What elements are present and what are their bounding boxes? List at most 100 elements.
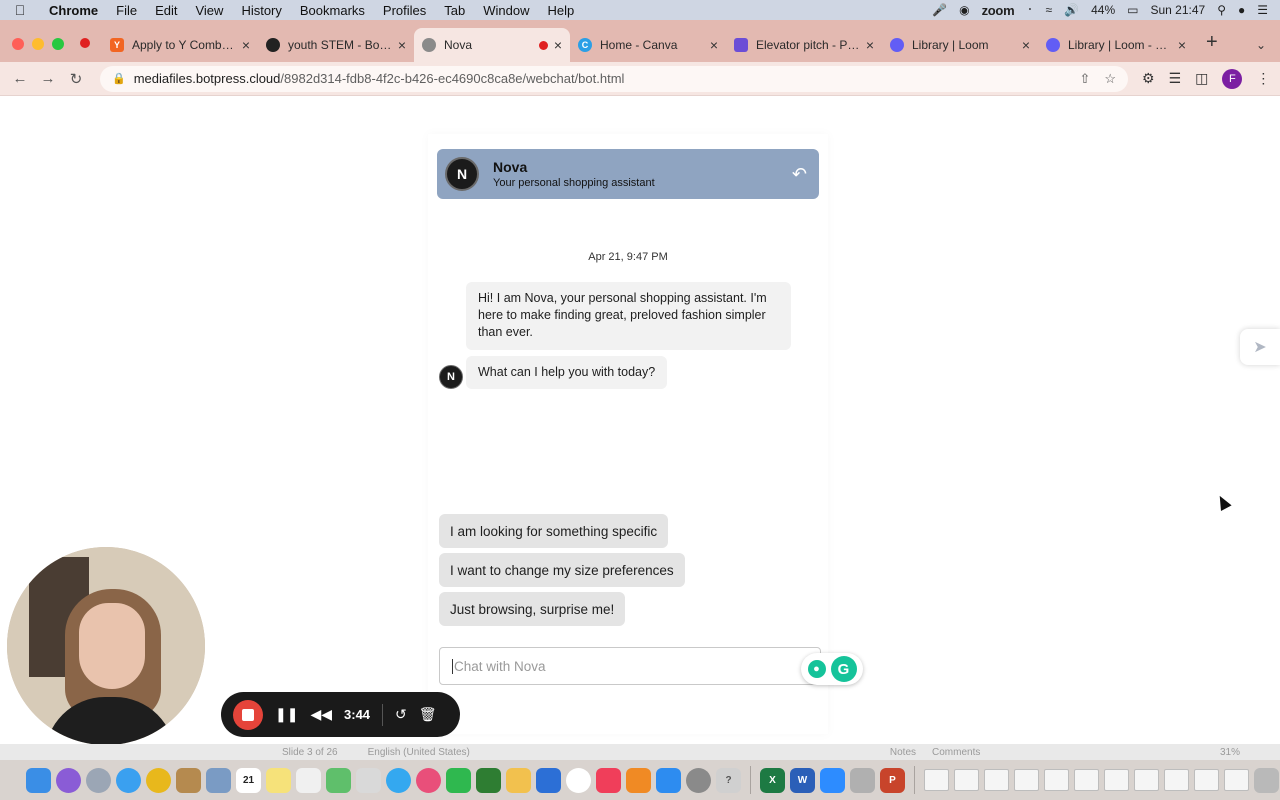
tab-close-icon[interactable]: × <box>398 37 406 53</box>
preview-icon[interactable] <box>206 767 231 793</box>
tab-search-chevron-icon[interactable]: ⌄ <box>1256 38 1280 62</box>
trash-icon[interactable]: 🗑 <box>419 706 437 723</box>
side-panel-icon[interactable]: ◫ <box>1195 70 1208 87</box>
screenshot-icon[interactable] <box>850 767 875 793</box>
more-menu-icon[interactable]: ⋮ <box>1256 70 1270 87</box>
notes-icon[interactable] <box>266 767 291 793</box>
minimize-window-button[interactable] <box>32 38 44 50</box>
restart-recording-icon[interactable]: ↺ <box>395 706 407 723</box>
zoom-status[interactable]: zoom <box>982 3 1015 18</box>
finder-icon[interactable] <box>26 767 51 793</box>
tab-close-icon[interactable]: × <box>242 37 250 53</box>
recent-document-icon[interactable] <box>1044 769 1069 791</box>
recent-document-icon[interactable] <box>1104 769 1129 791</box>
recent-document-icon[interactable] <box>1194 769 1219 791</box>
menu-window[interactable]: Window <box>474 3 538 18</box>
maps-icon[interactable] <box>326 767 351 793</box>
recent-document-icon[interactable] <box>1074 769 1099 791</box>
grammarly-status-icon[interactable]: ◉ <box>959 3 969 17</box>
apple-icon[interactable]:  <box>0 2 40 18</box>
excel-icon[interactable]: X <box>760 767 785 793</box>
recent-document-icon[interactable] <box>1014 769 1039 791</box>
menu-profiles[interactable]: Profiles <box>374 3 435 18</box>
recent-document-icon[interactable] <box>1134 769 1159 791</box>
tab-library-loom[interactable]: Library | Loom × <box>882 28 1038 62</box>
reminders-icon[interactable] <box>296 767 321 793</box>
grammarly-g-icon[interactable]: G <box>830 656 857 682</box>
rewind-icon[interactable]: ◀◀ <box>310 706 332 723</box>
launchpad-icon[interactable] <box>86 767 111 793</box>
forward-arrow-icon[interactable]: → <box>34 70 62 87</box>
clock[interactable]: Sun 21:47 <box>1150 3 1205 17</box>
messenger-icon[interactable] <box>386 767 411 793</box>
tab-apply-yc[interactable]: Y Apply to Y Combinator × <box>102 28 258 62</box>
menu-history[interactable]: History <box>232 3 290 18</box>
lightbulb-icon[interactable]: ● <box>807 660 826 678</box>
menu-help[interactable]: Help <box>539 3 584 18</box>
webcam-preview[interactable] <box>7 547 205 745</box>
help-icon[interactable]: ? <box>716 767 741 793</box>
safari-icon[interactable] <box>116 767 141 793</box>
siri-icon[interactable]: ● <box>1238 3 1245 17</box>
launch-rocket-icon[interactable]: ➤ <box>1240 329 1280 365</box>
pause-icon[interactable]: ❚❚ <box>275 706 298 723</box>
menu-edit[interactable]: Edit <box>146 3 186 18</box>
keynote-icon[interactable] <box>536 767 561 793</box>
quick-reply-specific[interactable]: I am looking for something specific <box>439 514 669 548</box>
recent-document-icon[interactable] <box>1164 769 1189 791</box>
pages-icon[interactable] <box>506 767 531 793</box>
contacts-icon[interactable] <box>176 767 201 793</box>
bookmark-star-icon[interactable]: ☆ <box>1104 71 1116 87</box>
recent-document-icon[interactable] <box>924 769 949 791</box>
system-preferences-icon[interactable] <box>686 767 711 793</box>
recent-document-icon[interactable] <box>954 769 979 791</box>
slack-icon[interactable] <box>416 767 441 793</box>
comments-toggle[interactable]: Comments <box>932 747 980 758</box>
chrome-icon[interactable] <box>146 767 171 793</box>
reload-icon[interactable]: ↻ <box>62 70 90 88</box>
trash-bin-icon[interactable] <box>1254 767 1279 793</box>
photos-icon[interactable] <box>356 767 381 793</box>
tab-close-icon[interactable]: × <box>710 37 718 53</box>
extensions-puzzle-icon[interactable]: ⚙ <box>1142 70 1155 87</box>
close-window-button[interactable] <box>12 38 24 50</box>
stop-recording-button[interactable] <box>233 699 263 730</box>
back-arrow-icon[interactable]: ← <box>6 70 34 87</box>
zoom-app-icon[interactable] <box>820 767 845 793</box>
menu-bookmarks[interactable]: Bookmarks <box>291 3 374 18</box>
tab-home-canva[interactable]: C Home - Canva × <box>570 28 726 62</box>
calendar-icon[interactable]: 21 <box>236 767 261 793</box>
siri-app-icon[interactable] <box>56 767 81 793</box>
profile-avatar[interactable]: F <box>1222 68 1243 89</box>
restart-conversation-icon[interactable]: ↶ <box>792 164 807 185</box>
control-center-icon[interactable]: ☰ <box>1257 3 1268 17</box>
news-icon[interactable] <box>566 767 591 793</box>
music-icon[interactable] <box>596 767 621 793</box>
menu-file[interactable]: File <box>107 3 146 18</box>
numbers-icon[interactable] <box>476 767 501 793</box>
chat-input[interactable] <box>452 658 772 674</box>
spotlight-icon[interactable]: ⚲ <box>1217 3 1226 17</box>
notes-toggle[interactable]: Notes <box>890 747 916 758</box>
menu-view[interactable]: View <box>186 3 232 18</box>
tab-library-loom-2[interactable]: Library | Loom - 21 April × <box>1038 28 1194 62</box>
battery-percent[interactable]: 44% <box>1091 3 1115 17</box>
reading-list-icon[interactable]: ☰ <box>1169 70 1182 87</box>
lock-icon[interactable]: 🔒 <box>112 72 126 85</box>
word-icon[interactable]: W <box>790 767 815 793</box>
grammarly-widget[interactable]: ● G <box>801 653 863 685</box>
address-bar[interactable]: 🔒 mediafiles.botpress.cloud/8982d314-fdb… <box>100 65 1128 92</box>
fullscreen-window-button[interactable] <box>52 38 64 50</box>
facetime-icon[interactable] <box>446 767 471 793</box>
microphone-icon[interactable]: 🎤 <box>932 3 947 17</box>
new-tab-button[interactable]: + <box>1194 31 1230 62</box>
books-icon[interactable] <box>626 767 651 793</box>
app-store-icon[interactable] <box>656 767 681 793</box>
wifi-icon[interactable]: ≈ <box>1046 3 1053 17</box>
tab-close-icon[interactable]: × <box>1022 37 1030 53</box>
quick-reply-browsing[interactable]: Just browsing, surprise me! <box>439 592 626 626</box>
tab-close-icon[interactable]: × <box>554 37 562 53</box>
tab-elevator-pitch-prezi[interactable]: Elevator pitch - Prezi × <box>726 28 882 62</box>
bluetooth-icon[interactable]: ᛫ <box>1026 3 1033 17</box>
recent-document-icon[interactable] <box>1224 769 1249 791</box>
